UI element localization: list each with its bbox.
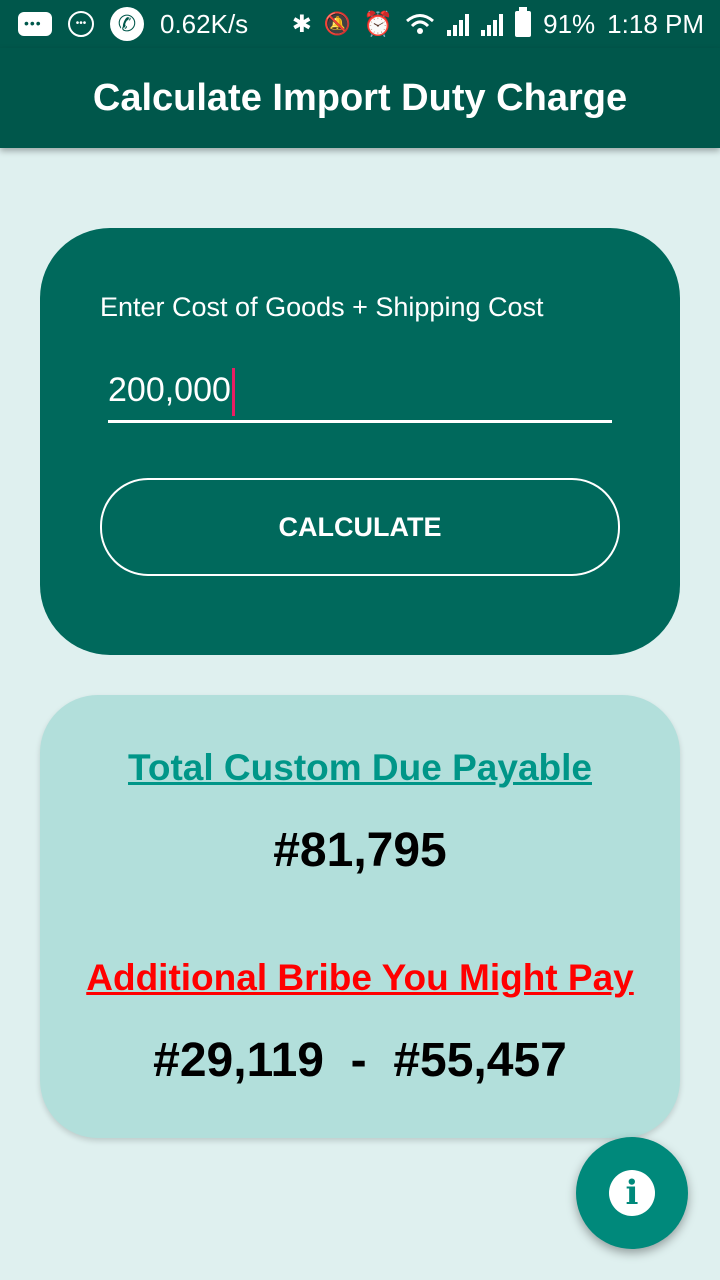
bribe-heading: Additional Bribe You Might Pay — [86, 957, 634, 998]
input-card: Enter Cost of Goods + Shipping Cost 200,… — [40, 228, 680, 655]
phone-icon: ✆ — [110, 7, 144, 41]
cost-field-label: Enter Cost of Goods + Shipping Cost — [100, 292, 544, 322]
calculate-button[interactable]: CALCULATE — [100, 478, 620, 576]
clock: 1:18 PM — [607, 8, 704, 39]
battery-percent: 91% — [543, 8, 596, 39]
info-button[interactable]: i — [576, 1137, 688, 1249]
mute-icon: 🔕 — [323, 11, 352, 36]
calculate-button-label: CALCULATE — [278, 511, 442, 542]
custom-due-value: #81,795 — [273, 824, 447, 877]
battery-icon — [515, 7, 532, 37]
page-title: Calculate Import Duty Charge — [92, 76, 628, 119]
signal-icon — [481, 12, 504, 36]
dots-icon: ••• — [68, 11, 94, 37]
message-icon — [18, 12, 52, 36]
status-bar: ••• ✆ 0.62K/s ✱ 🔕 ⏰ 91% 1:18 PM — [0, 0, 720, 48]
custom-due-heading: Total Custom Due Payable — [128, 747, 592, 788]
result-card: Total Custom Due Payable #81,795 Additio… — [40, 695, 680, 1138]
bluetooth-icon: ✱ — [291, 10, 312, 38]
alarm-icon: ⏰ — [363, 10, 394, 38]
status-left: ••• ✆ 0.62K/s — [0, 7, 248, 41]
app-bar: Calculate Import Duty Charge — [0, 48, 720, 148]
cost-input-value: 200,000 — [108, 371, 231, 409]
status-right: ✱ 🔕 ⏰ 91% 1:18 PM — [291, 7, 720, 40]
wifi-icon — [405, 12, 435, 36]
network-speed: 0.62K/s — [160, 8, 249, 39]
bribe-range-value: #29,119 - #55,457 — [153, 1034, 567, 1087]
info-icon: i — [609, 1170, 655, 1216]
text-cursor — [231, 368, 235, 417]
cost-input[interactable]: 200,000 — [108, 360, 612, 423]
signal-icon — [447, 12, 470, 36]
